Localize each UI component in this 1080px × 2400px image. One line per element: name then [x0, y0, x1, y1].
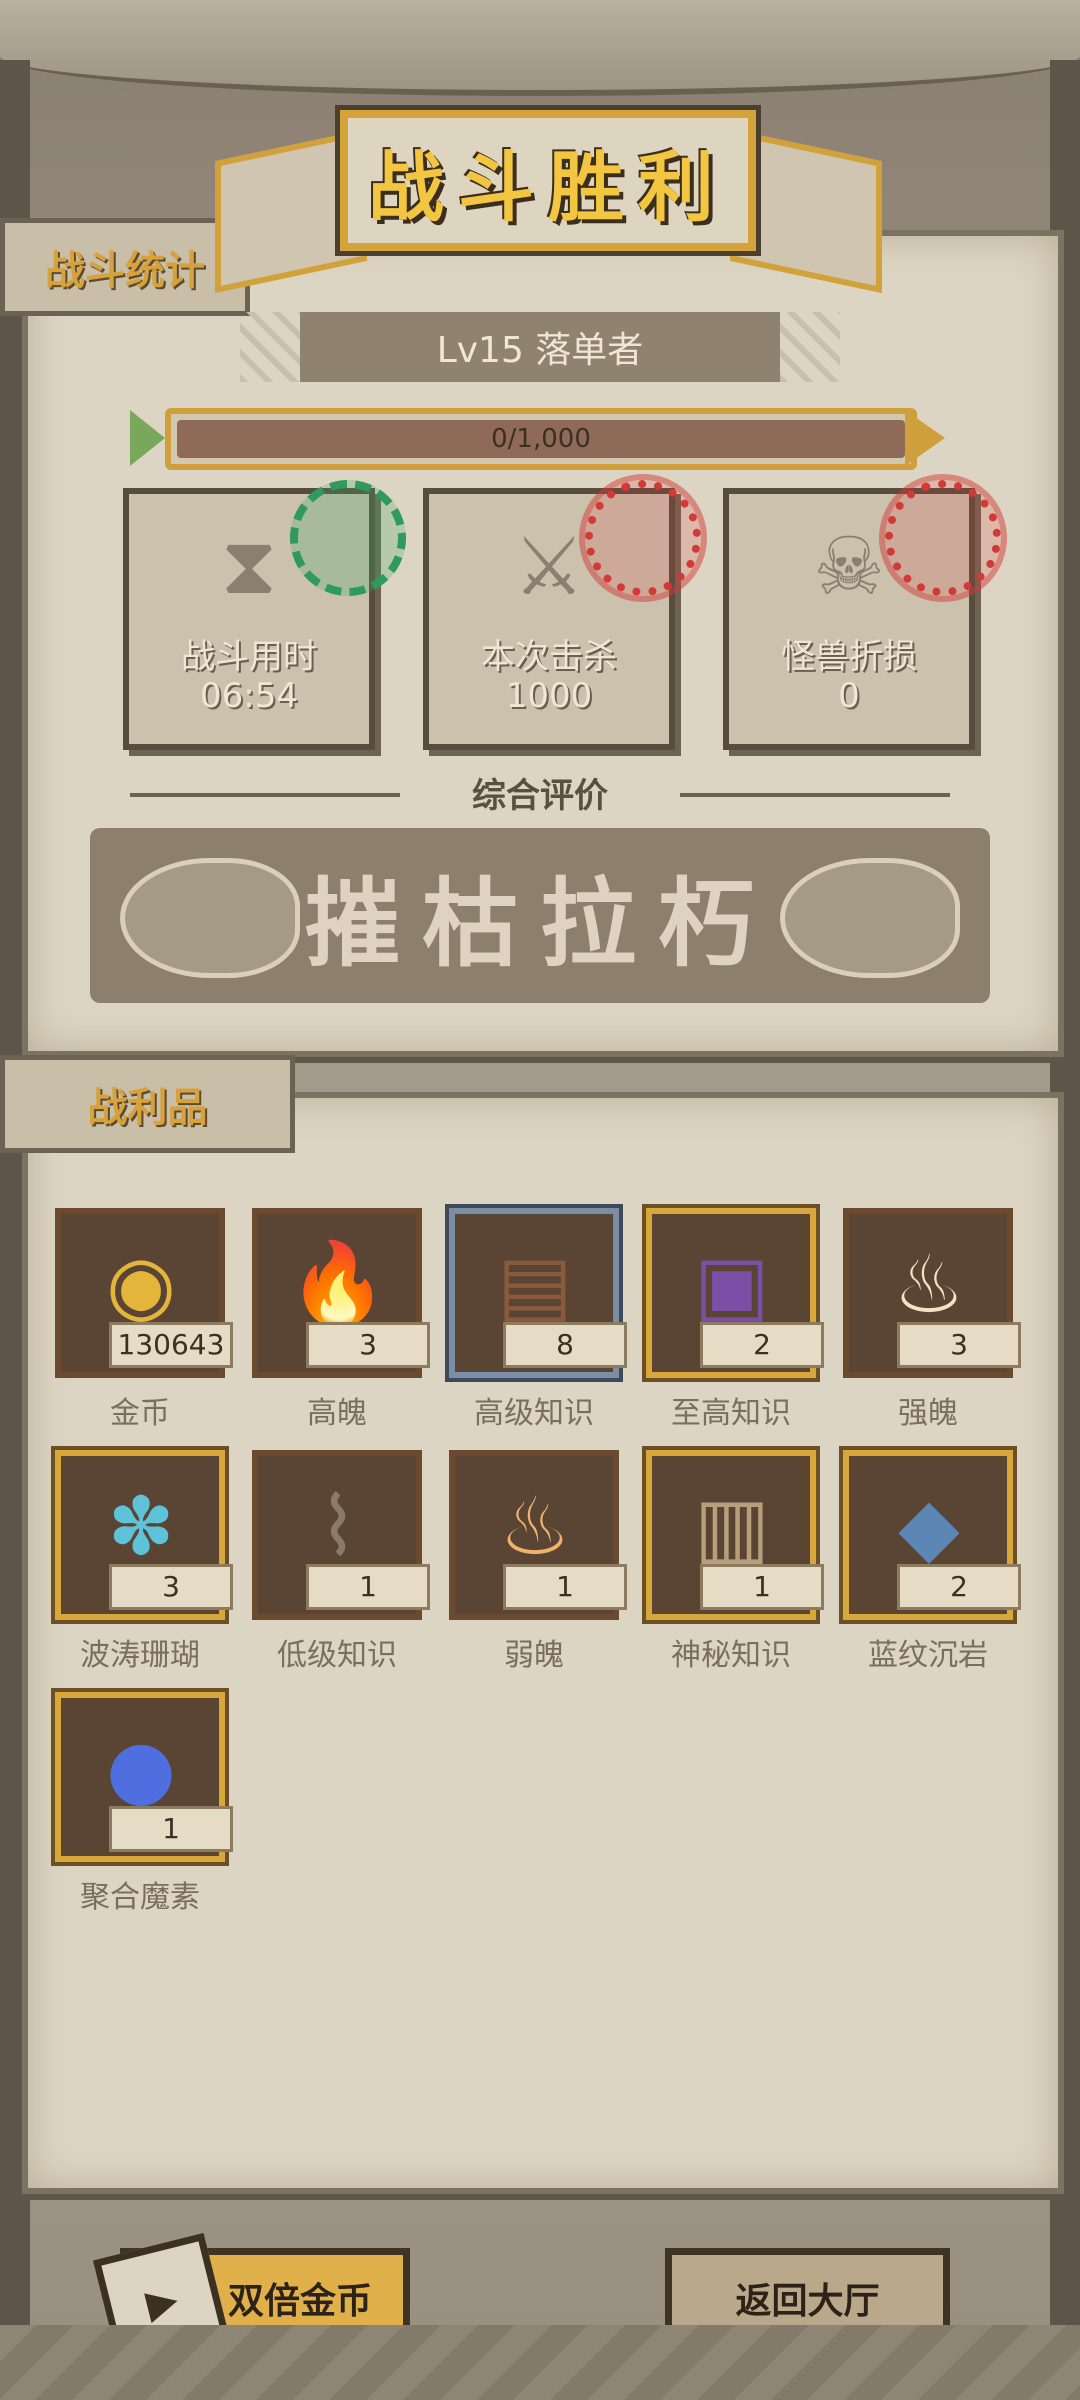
loot-item-frame: ◉ 130643 — [55, 1208, 233, 1378]
loot-item-name: 聚合魔素 — [80, 1880, 200, 1915]
loot-item[interactable]: ♨ 3 强魄 — [838, 1208, 1021, 1432]
stat-value: 0 — [838, 676, 860, 716]
loot-item-count: 1 — [109, 1806, 233, 1852]
xp-progress-bar: 0/1,000 — [165, 408, 917, 470]
rating-banner: 摧枯拉朽 — [90, 828, 990, 1003]
loot-item-count: 2 — [700, 1322, 824, 1368]
title-ribbon: 战斗胜利 — [340, 110, 756, 251]
loot-item[interactable]: ◆ 2 蓝纹沉岩 — [838, 1450, 1021, 1674]
loot-item-name: 高级知识 — [474, 1396, 594, 1431]
loot-item-count: 2 — [897, 1564, 1021, 1610]
crossed-swords-icon: ⚔ — [513, 519, 585, 613]
loot-item-frame: 🔥 3 — [252, 1208, 430, 1378]
battle-result-screen: 战斗统计 战斗胜利 Lv15 落单者 0/1,000 ⧗ 战斗用时 06:54 … — [0, 0, 1080, 2400]
loot-item-name: 蓝纹沉岩 — [868, 1638, 988, 1673]
loot-item-count: 1 — [306, 1564, 430, 1610]
rating-label: 综合评价 — [472, 776, 608, 816]
loot-item[interactable]: 🔥 3 高魄 — [247, 1208, 430, 1432]
rating-divider-left — [130, 793, 400, 797]
loot-item[interactable]: ♨ 1 弱魄 — [444, 1450, 627, 1674]
loot-item[interactable]: ▤ 8 高级知识 — [444, 1208, 627, 1432]
loot-item-count: 3 — [897, 1322, 1021, 1368]
stats-section-tab: 战斗统计 — [0, 218, 250, 316]
loot-item-count: 130643 — [109, 1322, 233, 1368]
loot-item-name: 高魄 — [307, 1396, 367, 1431]
loot-item[interactable]: ▣ 2 至高知识 — [641, 1208, 824, 1432]
loot-item[interactable]: ● 1 聚合魔素 — [50, 1692, 233, 1916]
return-lobby-button-label: 返回大厅 — [735, 2281, 880, 2322]
loot-item-frame: ▤ 8 — [449, 1208, 627, 1378]
loot-item-name: 弱魄 — [504, 1638, 564, 1673]
rating-divider-right — [680, 793, 950, 797]
stat-value: 1000 — [505, 676, 593, 716]
dragon-head-left-icon — [120, 858, 300, 978]
loot-item-frame: ◆ 2 — [843, 1450, 1021, 1620]
dragon-head-right-icon — [780, 858, 960, 978]
loot-section-tab: 战利品 — [0, 1055, 295, 1153]
stat-label: 本次击杀 — [481, 637, 617, 677]
loot-item-name: 波涛珊瑚 — [80, 1638, 200, 1673]
loot-item-name: 强魄 — [898, 1396, 958, 1431]
loot-item-name: 低级知识 — [277, 1638, 397, 1673]
page-title: 战斗胜利 — [368, 142, 728, 232]
loot-item[interactable]: ✽ 3 波涛珊瑚 — [50, 1450, 233, 1674]
stat-label: 战斗用时 — [181, 637, 317, 677]
stat-label: 怪兽折损 — [781, 637, 917, 677]
double-coin-button-label: 双倍金币 — [227, 2281, 372, 2322]
rating-value: 摧枯拉朽 — [304, 868, 776, 980]
loot-item-frame: ▣ 2 — [646, 1208, 824, 1378]
stat-value: 06:54 — [200, 676, 298, 716]
level-banner: Lv15 落单者 — [240, 312, 840, 382]
loot-item-frame: ✽ 3 — [55, 1450, 233, 1620]
loot-item[interactable]: ◉ 130643 金币 — [50, 1208, 233, 1432]
loot-item-count: 1 — [700, 1564, 824, 1610]
loot-item-frame: ♨ 3 — [843, 1208, 1021, 1378]
loot-item-count: 3 — [306, 1322, 430, 1368]
loot-item-count: 3 — [109, 1564, 233, 1610]
horned-skull-icon: ☠ — [813, 519, 885, 613]
xp-track: 0/1,000 — [177, 420, 905, 458]
xp-arrow-right-icon — [905, 410, 945, 466]
bottom-decor-strip — [0, 2325, 1080, 2400]
loot-item-frame: ● 1 — [55, 1692, 233, 1862]
level-label: Lv15 落单者 — [436, 330, 644, 371]
top-curtain — [0, 0, 1080, 96]
loot-item-name: 神秘知识 — [671, 1638, 791, 1673]
loot-item[interactable]: ⌇ 1 低级知识 — [247, 1450, 430, 1674]
hourglass-icon: ⧗ — [220, 519, 278, 612]
loot-item-frame: ⌇ 1 — [252, 1450, 430, 1620]
xp-text: 0/1,000 — [491, 424, 591, 454]
loot-item-name: 至高知识 — [671, 1396, 791, 1431]
loot-item-frame: ▥ 1 — [646, 1450, 824, 1620]
loot-item-count: 8 — [503, 1322, 627, 1368]
loot-item-count: 1 — [503, 1564, 627, 1610]
loot-item-frame: ♨ 1 — [449, 1450, 627, 1620]
loot-item[interactable]: ▥ 1 神秘知识 — [641, 1450, 824, 1674]
loot-item-name: 金币 — [110, 1396, 170, 1431]
xp-arrow-left-icon — [130, 410, 165, 466]
